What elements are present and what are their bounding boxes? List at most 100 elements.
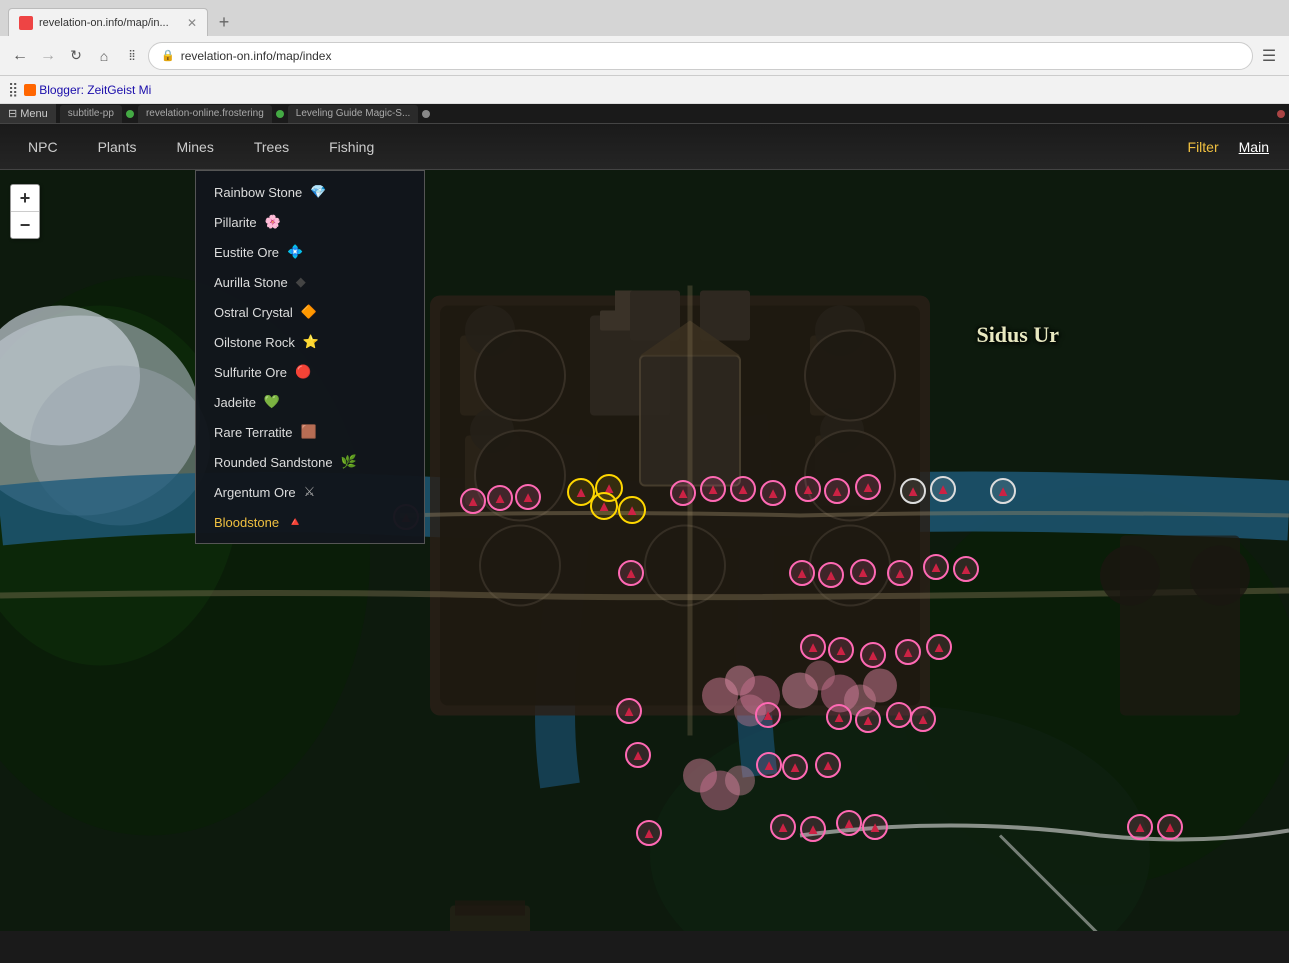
apps-icon: ⣿ [8,81,18,98]
marker-vb2[interactable]: ▲ [770,814,796,840]
marker-vb7[interactable]: ▲ [1157,814,1183,840]
tab-active[interactable]: revelation-on.info/map/in... ✕ [8,8,208,36]
argentum-label: Argentum Ore [214,485,296,500]
marker-w2[interactable]: ▲ [930,476,956,502]
menu-item-sulfurite[interactable]: Sulfurite Ore 🔴 [196,357,424,387]
pillarite-label: Pillarite [214,215,257,230]
menu-item-rainbow-stone[interactable]: Rainbow Stone 💎 [196,177,424,207]
marker-p5[interactable]: ▲ [795,476,821,502]
marker-p3[interactable]: ▲ [730,476,756,502]
marker-l4[interactable]: ▲ [895,639,921,665]
marker-c2[interactable]: ▲ [755,702,781,728]
lock-icon: 🔒 [161,49,175,62]
menu-item-pillarite[interactable]: Pillarite 🌸 [196,207,424,237]
home-button[interactable]: ⌂ [92,44,116,68]
marker-b2[interactable]: ▲ [756,752,782,778]
menu-item-argentum[interactable]: Argentum Ore ⚔ [196,477,424,507]
apps-button[interactable]: ⣿ [120,44,144,68]
marker-vb4[interactable]: ▲ [836,810,862,836]
jadeite-icon: 💚 [264,394,280,410]
nav-filter[interactable]: Filter [1188,139,1219,155]
bloodstone-icon: 🔺 [287,514,303,530]
menu-item-jadeite[interactable]: Jadeite 💚 [196,387,424,417]
zoom-out-button[interactable]: − [11,212,39,238]
menu-item-aurilla[interactable]: Aurilla Stone ◆ [196,267,424,297]
marker-vb6[interactable]: ▲ [1127,814,1153,840]
marker-m5[interactable]: ▲ [887,560,913,586]
marker-l2[interactable]: ▲ [828,637,854,663]
scroll-tab-3[interactable]: Leveling Guide Magic-S... [288,105,419,123]
marker-p2[interactable]: ▲ [700,476,726,502]
marker-w1[interactable]: ▲ [900,478,926,504]
marker-vb3[interactable]: ▲ [800,816,826,842]
marker-b1[interactable]: ▲ [625,742,651,768]
map-terrain [0,170,1289,931]
nav-main[interactable]: Main [1239,139,1269,155]
marker-w3[interactable]: ▲ [990,478,1016,504]
zoom-controls: + − [10,184,40,239]
bookmark-blogger[interactable]: Blogger: ZeitGeist Mi [24,83,151,97]
marker-m4[interactable]: ▲ [850,559,876,585]
marker-m3[interactable]: ▲ [818,562,844,588]
marker-1[interactable]: ▲ [460,488,486,514]
map-svg [0,170,1289,931]
menu-item-bloodstone[interactable]: Bloodstone 🔺 [196,507,424,537]
marker-p1[interactable]: ▲ [670,480,696,506]
menu-item-rare-terratite[interactable]: Rare Terratite 🟫 [196,417,424,447]
marker-3[interactable]: ▲ [515,484,541,510]
sulfurite-icon: 🔴 [295,364,311,380]
marker-vb1[interactable]: ▲ [636,820,662,846]
marker-c5[interactable]: ▲ [886,702,912,728]
scroll-tab-2[interactable]: revelation-online.frostering [138,105,272,123]
marker-m1[interactable]: ▲ [618,560,644,586]
forward-button[interactable]: → [36,44,60,68]
nav-plants[interactable]: Plants [90,135,145,159]
tab-favicon [19,16,33,30]
address-text: revelation-on.info/map/index [181,49,332,63]
eustite-label: Eustite Ore [214,245,279,260]
marker-b4[interactable]: ▲ [815,752,841,778]
marker-m7[interactable]: ▲ [953,556,979,582]
menu-button-small[interactable]: ⊟ Menu [0,104,56,123]
menu-button[interactable]: ☰ [1257,44,1281,68]
scroll-tab-1[interactable]: subtitle-pp [60,105,122,123]
address-bar[interactable]: 🔒 revelation-on.info/map/index [148,42,1253,70]
marker-m6[interactable]: ▲ [923,554,949,580]
marker-c1[interactable]: ▲ [616,698,642,724]
marker-b3[interactable]: ▲ [782,754,808,780]
rainbow-stone-label: Rainbow Stone [214,185,302,200]
marker-p7[interactable]: ▲ [855,474,881,500]
marker-l3[interactable]: ▲ [860,642,886,668]
marker-y3[interactable]: ▲ [590,492,618,520]
scroll-tab-indicator-1 [126,110,134,118]
marker-c6[interactable]: ▲ [910,706,936,732]
marker-l1[interactable]: ▲ [800,634,826,660]
menu-item-rounded-sandstone[interactable]: Rounded Sandstone 🌿 [196,447,424,477]
marker-p6[interactable]: ▲ [824,478,850,504]
nav-fishing[interactable]: Fishing [321,135,382,159]
marker-p4[interactable]: ▲ [760,480,786,506]
marker-vb5[interactable]: ▲ [862,814,888,840]
refresh-button[interactable]: ↻ [64,44,88,68]
menu-item-eustite[interactable]: Eustite Ore 💠 [196,237,424,267]
tab-bar: revelation-on.info/map/in... ✕ + [0,0,1289,36]
marker-c4[interactable]: ▲ [855,707,881,733]
back-button[interactable]: ← [8,44,32,68]
menu-item-oilstone[interactable]: Oilstone Rock ⭐ [196,327,424,357]
top-scroll-tabs: ⊟ Menu subtitle-pp revelation-online.fro… [0,104,1289,124]
marker-y4[interactable]: ▲ [618,496,646,524]
tab-close-icon[interactable]: ✕ [187,16,197,30]
marker-l5[interactable]: ▲ [926,634,952,660]
scroll-tabs-container: subtitle-pp revelation-online.frostering… [60,105,1273,123]
marker-2[interactable]: ▲ [487,485,513,511]
menu-item-ostral[interactable]: Ostral Crystal 🔶 [196,297,424,327]
nav-mines[interactable]: Mines [168,135,221,159]
nav-npc[interactable]: NPC [20,135,66,159]
zoom-in-button[interactable]: + [11,185,39,211]
scroll-tab-indicator-3 [422,110,430,118]
marker-m2[interactable]: ▲ [789,560,815,586]
tab-new[interactable]: + [210,10,238,34]
marker-c3[interactable]: ▲ [826,704,852,730]
game-app: ⊟ Menu subtitle-pp revelation-online.fro… [0,104,1289,931]
nav-trees[interactable]: Trees [246,135,297,159]
